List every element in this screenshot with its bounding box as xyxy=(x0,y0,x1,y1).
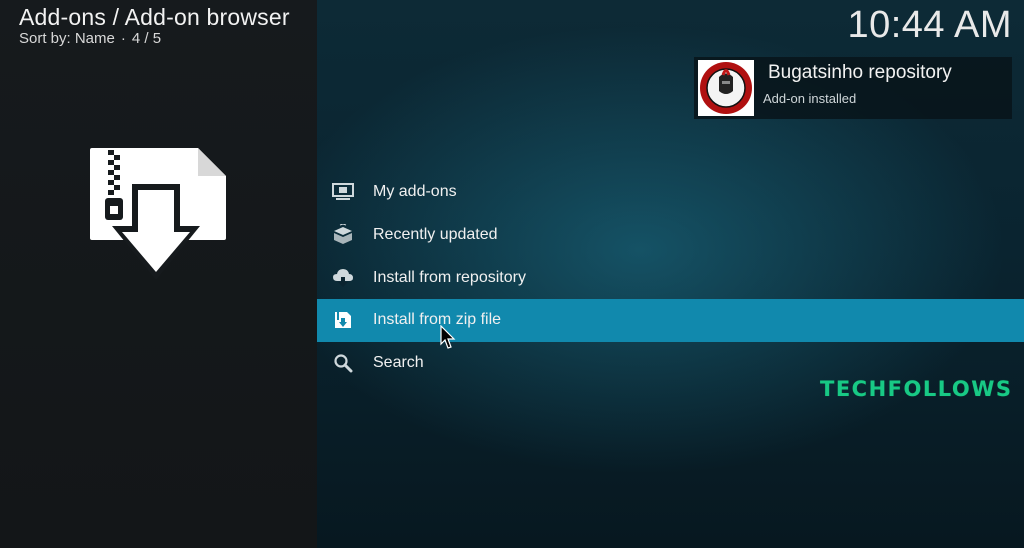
menu-item-label: Search xyxy=(373,354,424,372)
cloud-download-icon xyxy=(331,266,355,290)
zip-file-icon xyxy=(331,308,355,332)
menu-item-install-from-zip-file[interactable]: Install from zip file xyxy=(317,299,1024,342)
search-icon xyxy=(331,351,355,375)
zip-download-icon xyxy=(88,146,228,282)
notification-title: Bugatsinho repository xyxy=(768,62,952,83)
repository-logo-icon xyxy=(698,60,754,116)
addon-menu: My add-ons Recently updated Install from… xyxy=(317,171,1024,384)
box-updated-icon xyxy=(331,223,355,247)
menu-item-label: Install from zip file xyxy=(373,311,502,329)
sort-label: Sort by: Name xyxy=(19,30,115,47)
item-position: 4 / 5 xyxy=(131,30,162,47)
menu-item-install-from-repository[interactable]: Install from repository xyxy=(317,256,1024,299)
separator-dot: · xyxy=(120,30,126,47)
page-title: Add-ons / Add-on browser xyxy=(19,4,290,30)
menu-item-my-addons[interactable]: My add-ons xyxy=(317,171,1024,214)
clock: 10:44 AM xyxy=(847,4,1012,46)
menu-item-recently-updated[interactable]: Recently updated xyxy=(317,214,1024,257)
watermark: TECHFOLLOWS xyxy=(820,377,1013,401)
mouse-cursor-icon xyxy=(440,324,456,351)
menu-item-label: Install from repository xyxy=(373,268,526,286)
menu-item-label: My add-ons xyxy=(373,183,457,201)
notification-message: Add-on installed xyxy=(763,91,857,106)
sort-info: Sort by: Name · 4 / 5 xyxy=(19,30,161,47)
monitor-addons-icon xyxy=(331,180,355,204)
menu-item-label: Recently updated xyxy=(373,226,498,244)
notification-toast: Bugatsinho repository Add-on installed xyxy=(694,57,1012,119)
